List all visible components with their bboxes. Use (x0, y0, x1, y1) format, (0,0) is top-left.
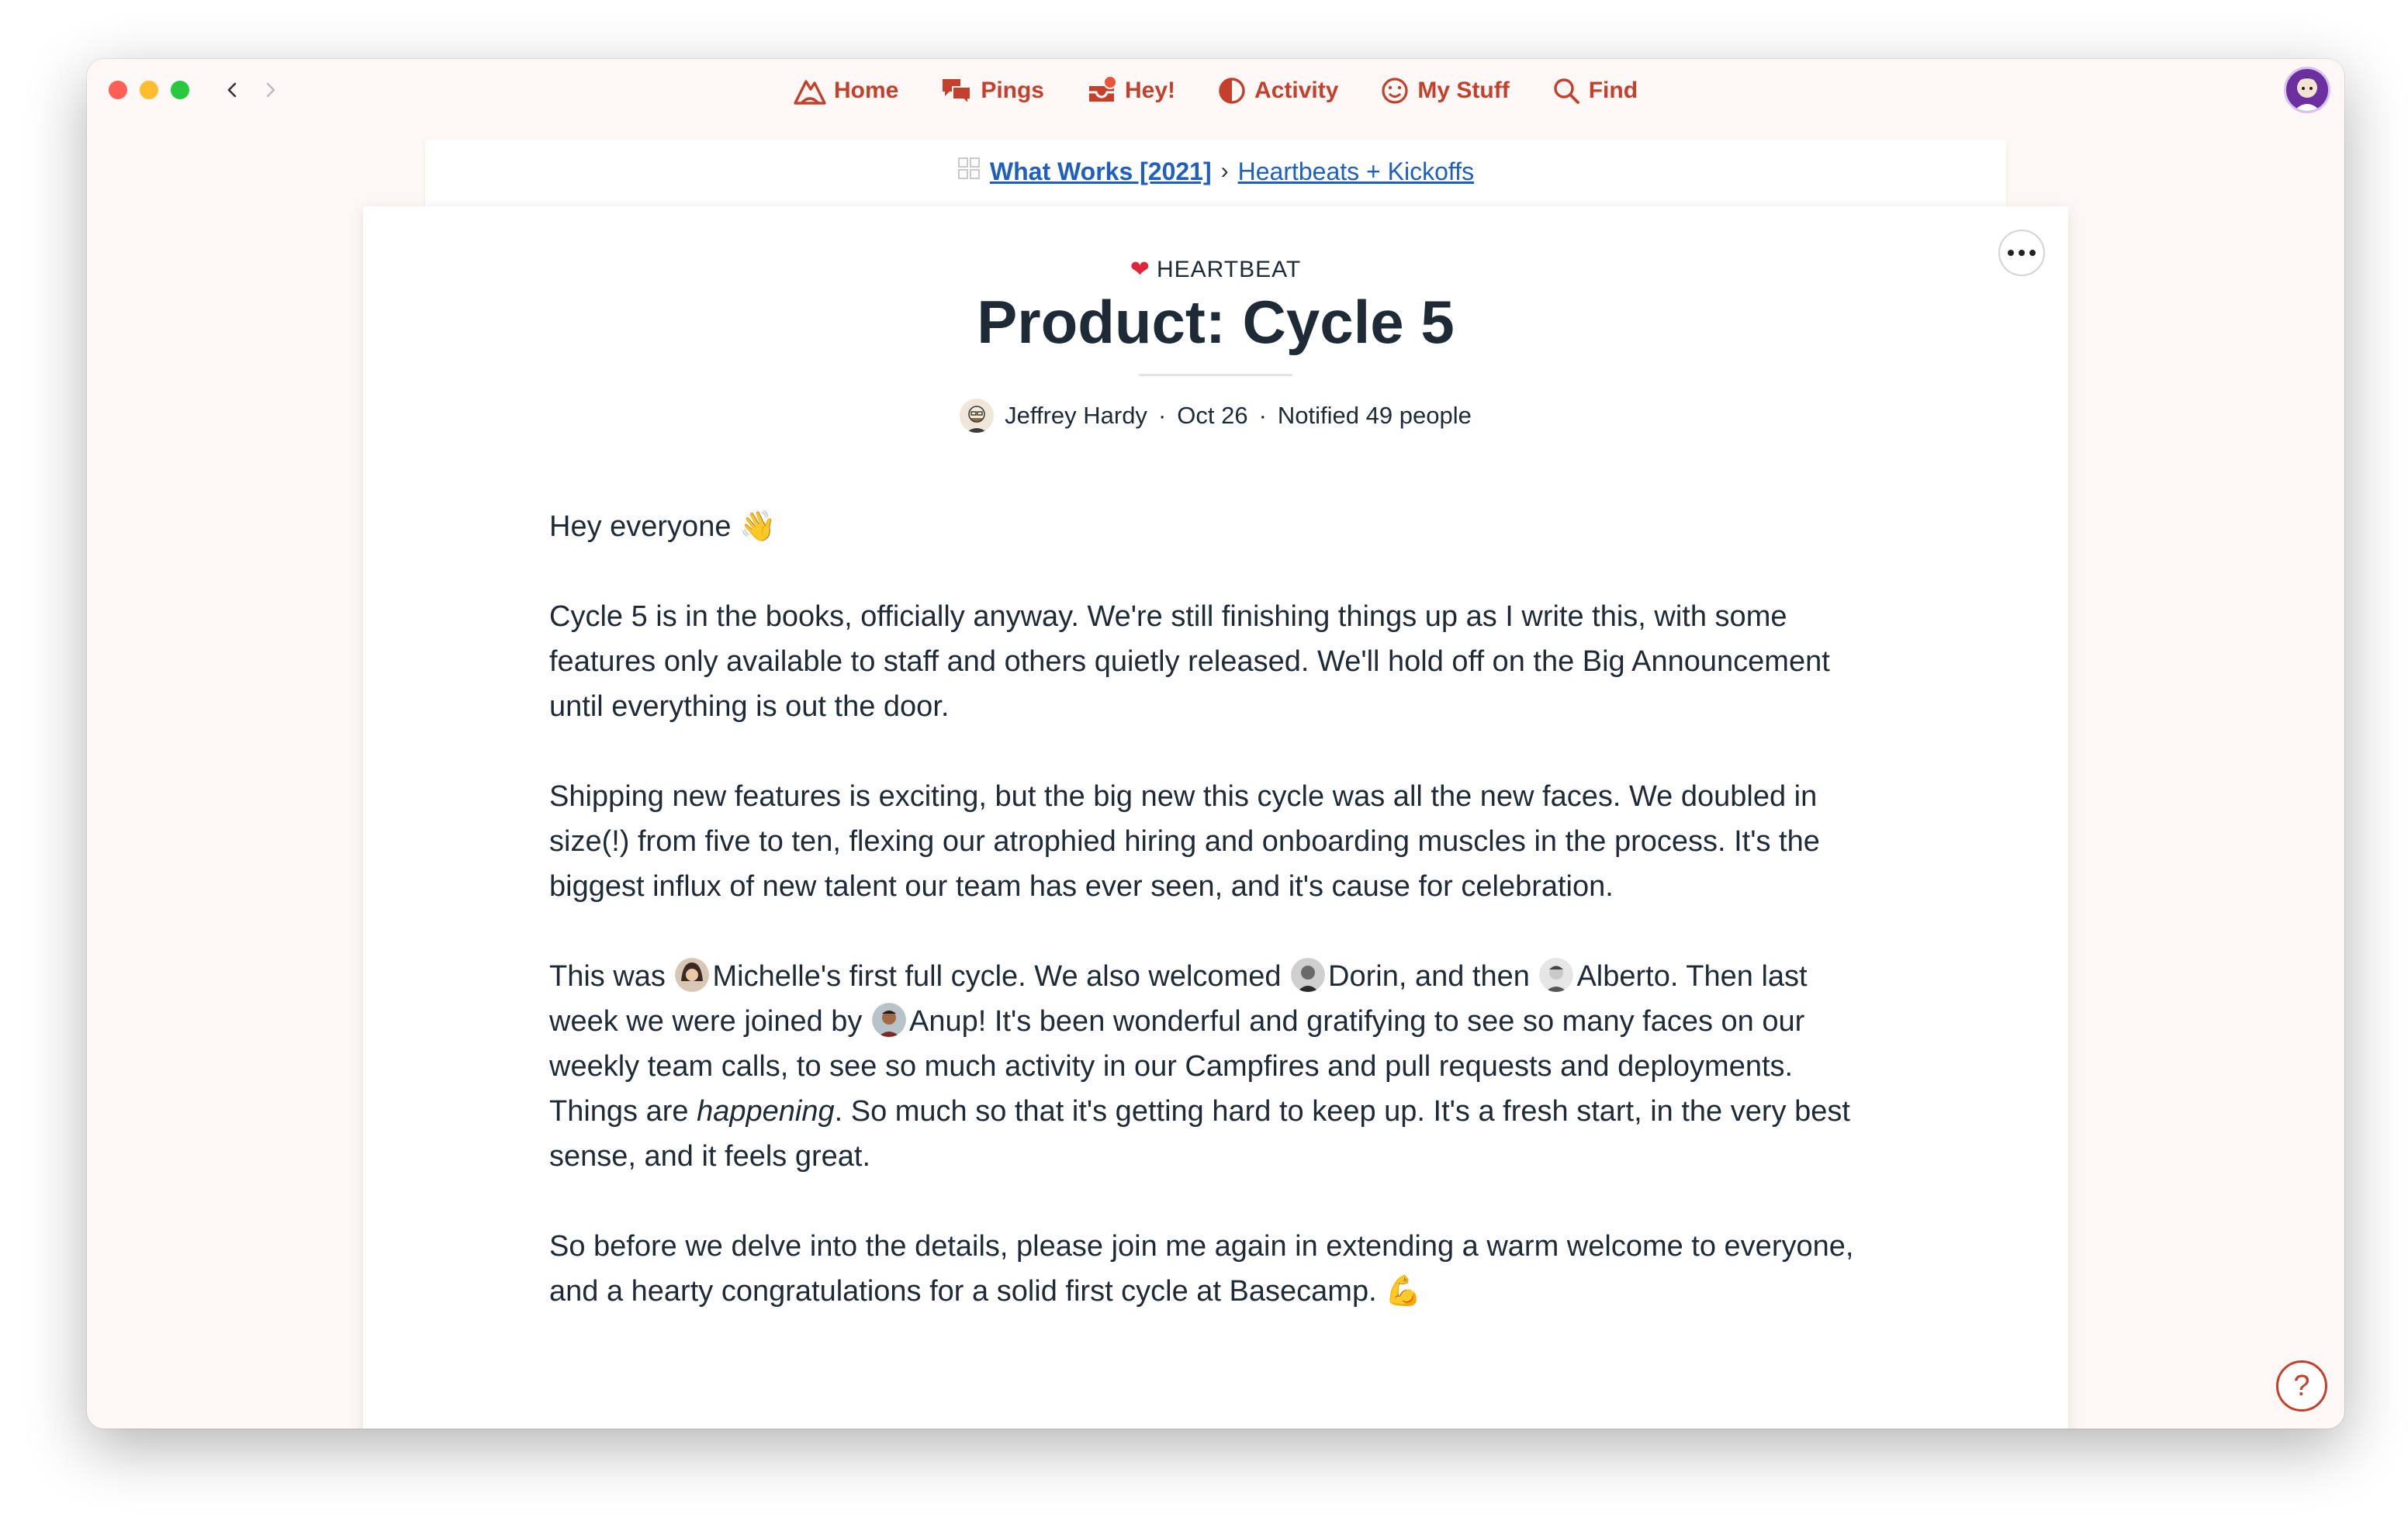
breadcrumb-separator: › (1220, 158, 1229, 184)
nav-pings-label: Pings (981, 78, 1044, 103)
nav-pings[interactable]: Pings (940, 71, 1044, 110)
body-paragraph: This was Michelle's first full cycle. We… (549, 954, 1884, 1179)
nav-hey[interactable]: Hey! (1086, 71, 1175, 110)
page-title: Product: Cycle 5 (977, 288, 1455, 356)
heart-icon: ❤ (1130, 257, 1150, 282)
post-card: ❤ HEARTBEAT Product: Cycle 5 Jeffrey Hard… (363, 206, 2068, 1429)
alberto-avatar[interactable] (1539, 958, 1574, 992)
title-divider (1139, 374, 1292, 376)
nav-home-label: Home (833, 78, 899, 103)
body-paragraph: So before we delve into the details, ple… (549, 1230, 1854, 1308)
anup-avatar[interactable] (872, 1003, 906, 1037)
activity-pie-icon (1217, 76, 1247, 105)
inbox-tray-icon (1086, 75, 1117, 106)
flexed-biceps-emoji: 💪 (1385, 1275, 1422, 1308)
breadcrumb: What Works [2021] › Heartbeats + Kickoff… (425, 157, 2006, 186)
author-name[interactable]: Jeffrey Hardy (1005, 402, 1147, 430)
waving-hand-emoji: 👋 (739, 510, 777, 543)
nav-mystuff[interactable]: My Stuff (1380, 71, 1510, 110)
user-avatar[interactable] (2284, 67, 2330, 113)
app-window: Home Pings Hey! Activity My Stuff Find W… (87, 59, 2344, 1429)
michelle-avatar[interactable] (675, 958, 710, 992)
top-navigation: Home Pings Hey! Activity My Stuff Find (87, 71, 2344, 110)
nav-hey-label: Hey! (1125, 78, 1176, 103)
greeting-paragraph: Hey everyone 👋 (549, 510, 777, 543)
unread-dot (1103, 75, 1117, 89)
help-button[interactable]: ? (2276, 1360, 2327, 1412)
dorin-avatar[interactable] (1291, 958, 1326, 992)
breadcrumb-project-link[interactable]: What Works [2021] (990, 157, 1212, 186)
notified-count[interactable]: Notified 49 people (1278, 402, 1472, 430)
basecamp-home-icon (794, 77, 826, 105)
post-body: Hey everyone 👋 Cycle 5 is in the books, … (549, 504, 1884, 1359)
body-paragraph: Shipping new features is exciting, but t… (549, 780, 1820, 903)
post-byline: Jeffrey Hardy · Oct 26 · Notified 49 peo… (363, 399, 2068, 433)
nav-home[interactable]: Home (794, 71, 898, 110)
byline-separator: · (1157, 402, 1167, 429)
smiley-face-icon (1380, 76, 1410, 105)
post-type-label: ❤ HEARTBEAT (1130, 257, 1302, 282)
post-date: Oct 26 (1177, 402, 1248, 429)
byline-separator: · (1258, 402, 1267, 429)
chat-bubbles-icon (940, 76, 973, 105)
nav-find[interactable]: Find (1552, 71, 1638, 110)
nav-find-label: Find (1588, 78, 1638, 103)
nav-activity-label: Activity (1254, 78, 1339, 103)
body-paragraph: Cycle 5 is in the books, officially anyw… (549, 600, 1830, 723)
nav-activity[interactable]: Activity (1217, 71, 1338, 110)
nav-mystuff-label: My Stuff (1417, 78, 1510, 103)
search-icon (1552, 76, 1581, 105)
breadcrumb-section-link[interactable]: Heartbeats + Kickoffs (1238, 157, 1474, 186)
author-avatar[interactable] (960, 399, 995, 433)
project-grid-icon (957, 157, 981, 186)
